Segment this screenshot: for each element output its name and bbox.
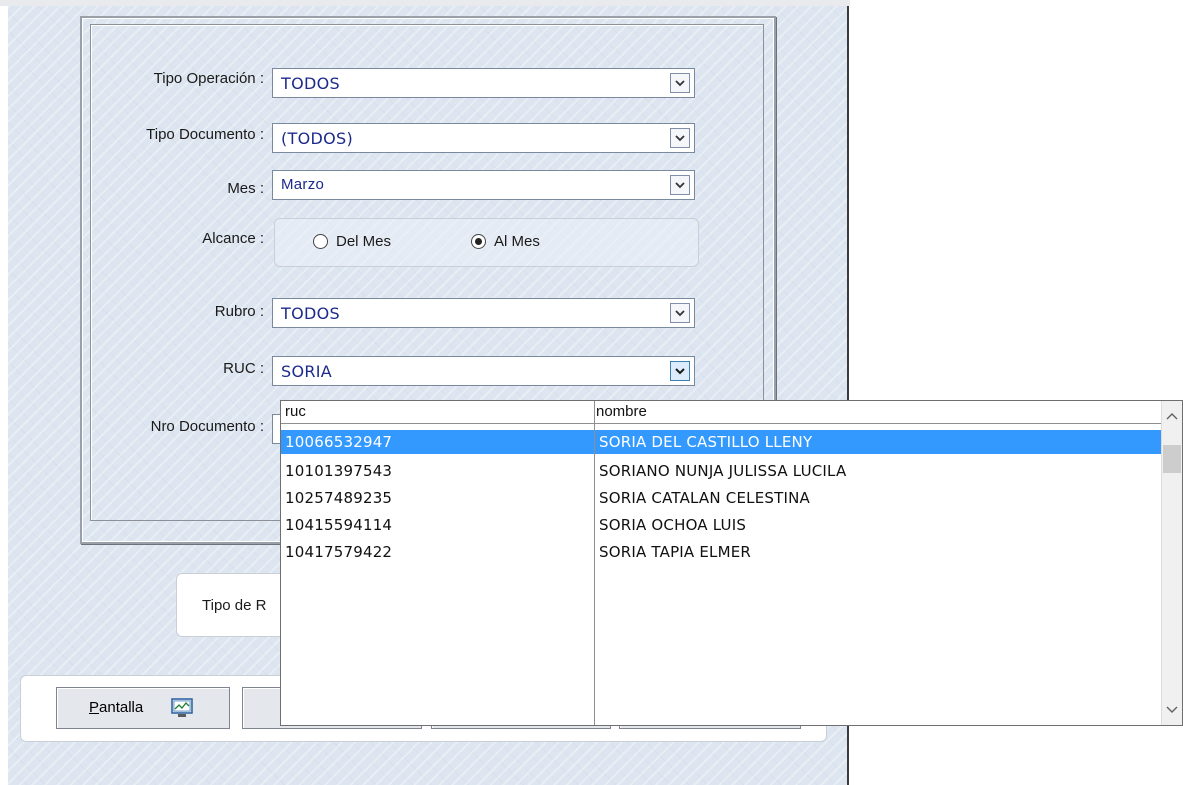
- chevron-up-icon[interactable]: [1166, 407, 1178, 425]
- column-separator: [594, 401, 595, 725]
- dropdown-row[interactable]: 10417579422 SORIA TAPIA ELMER: [281, 540, 1162, 564]
- screen-report-icon: [171, 698, 193, 723]
- tipo-operacion-select[interactable]: TODOS: [272, 68, 695, 98]
- tipo-documento-label: Tipo Documento :: [146, 126, 264, 143]
- rubro-value: TODOS: [281, 304, 340, 323]
- tipo-operacion-value: TODOS: [281, 74, 340, 93]
- alcance-radio-group: Del Mes Al Mes: [274, 218, 699, 267]
- row-ruc: 10415594114: [285, 516, 393, 534]
- row-nombre: SORIA TAPIA ELMER: [599, 543, 752, 561]
- rubro-select[interactable]: TODOS: [272, 298, 695, 328]
- radio-al-mes[interactable]: Al Mes: [471, 231, 540, 251]
- chevron-down-icon[interactable]: [670, 361, 690, 381]
- ruc-combo[interactable]: SORIA: [272, 356, 695, 386]
- row-ruc: 10066532947: [285, 433, 393, 451]
- dropdown-row[interactable]: 10066532947 SORIA DEL CASTILLO LLENY: [281, 430, 1162, 454]
- nro-documento-label: Nro Documento :: [150, 418, 264, 435]
- chevron-down-icon[interactable]: [670, 175, 690, 195]
- row-nombre: SORIA OCHOA LUIS: [599, 516, 747, 534]
- mes-select[interactable]: Marzo: [272, 170, 695, 200]
- dropdown-row[interactable]: 10415594114 SORIA OCHOA LUIS: [281, 513, 1162, 537]
- radio-al-mes-label: Al Mes: [494, 232, 540, 250]
- rubro-label: Rubro :: [214, 303, 264, 320]
- dropdown-row[interactable]: 10257489235 SORIA CATALAN CELESTINA: [281, 486, 1162, 510]
- chevron-down-icon[interactable]: [670, 73, 690, 93]
- radio-del-mes-label: Del Mes: [336, 232, 392, 250]
- scrollbar-thumb[interactable]: [1163, 445, 1181, 473]
- chevron-down-icon[interactable]: [1166, 701, 1178, 719]
- radio-circle-selected[interactable]: [471, 233, 486, 249]
- dropdown-header: ruc nombre: [281, 401, 1162, 424]
- radio-circle[interactable]: [313, 233, 328, 249]
- ruc-input-value[interactable]: SORIA: [281, 362, 332, 381]
- chevron-down-icon[interactable]: [670, 128, 690, 148]
- vertical-scrollbar[interactable]: [1161, 401, 1182, 725]
- mes-value: Marzo: [281, 176, 325, 193]
- row-nombre: SORIA DEL CASTILLO LLENY: [599, 433, 813, 451]
- row-nombre: SORIA CATALAN CELESTINA: [599, 489, 810, 507]
- row-ruc: 10417579422: [285, 543, 393, 561]
- dropdown-row[interactable]: 10101397543 SORIANO NUNJA JULISSA LUCILA: [281, 459, 1162, 483]
- tipo-documento-value: (TODOS): [281, 129, 354, 148]
- ruc-label: RUC :: [223, 360, 264, 377]
- row-ruc: 10101397543: [285, 462, 393, 480]
- chevron-down-icon[interactable]: [670, 303, 690, 323]
- pantalla-button[interactable]: Pantalla: [56, 687, 230, 729]
- header-ruc: ruc: [285, 403, 306, 420]
- mes-label: Mes :: [227, 180, 264, 197]
- header-nombre: nombre: [596, 403, 647, 420]
- row-nombre: SORIANO NUNJA JULISSA LUCILA: [599, 462, 847, 480]
- row-ruc: 10257489235: [285, 489, 393, 507]
- tipo-documento-select[interactable]: (TODOS): [272, 123, 695, 153]
- tipo-reporte-label: Tipo de R: [202, 597, 267, 614]
- radio-del-mes[interactable]: Del Mes: [313, 231, 391, 251]
- ruc-dropdown-list[interactable]: ruc nombre 10066532947 SORIA DEL CASTILL…: [280, 400, 1183, 726]
- tipo-operacion-label: Tipo Operación :: [153, 70, 264, 87]
- pantalla-button-label: Pantalla: [89, 699, 144, 716]
- alcance-label: Alcance :: [202, 230, 264, 247]
